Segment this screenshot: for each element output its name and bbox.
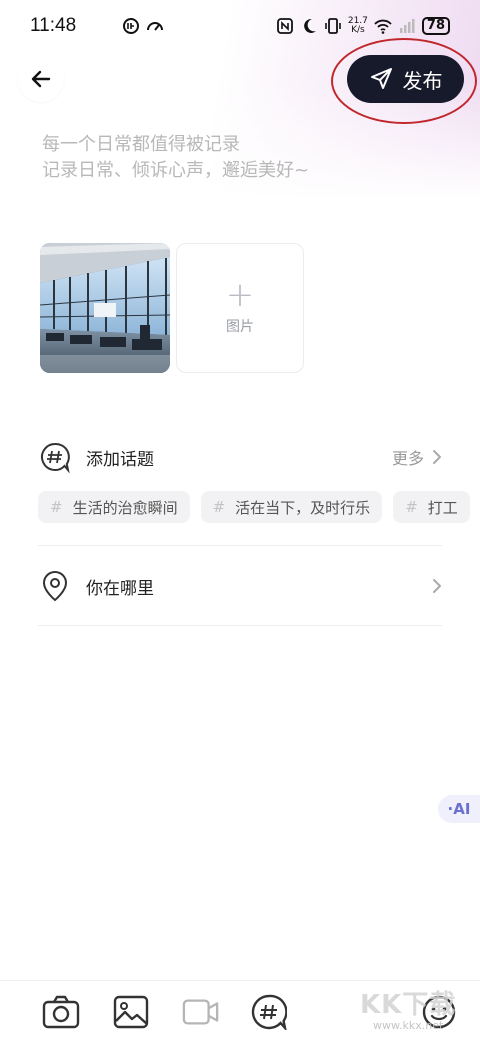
post-text-input[interactable]: 每一个日常都值得被记录 记录日常、倾诉心声，邂逅美好~ (42, 132, 309, 184)
topic-chip[interactable]: # 打工 (393, 491, 470, 523)
divider (38, 625, 442, 626)
status-time: 11:48 (30, 15, 77, 36)
battery-indicator: 78 (421, 17, 450, 35)
status-notification-icons (122, 17, 164, 35)
location-chevron (432, 578, 442, 594)
topic-chip[interactable]: # 生活的治愈瞬间 (38, 491, 190, 523)
attached-photo-thumbnail[interactable] (40, 243, 170, 373)
add-photo-label: 图片 (226, 319, 254, 335)
notification-icon (123, 18, 140, 34)
topic-chip-label: 活在当下，及时行乐 (235, 498, 371, 517)
status-bar: 11:48 21.7 K/s 78 (0, 0, 480, 52)
image-icon (113, 995, 149, 1029)
signal-icon (399, 19, 415, 33)
placeholder-line-1: 每一个日常都值得被记录 (42, 134, 240, 155)
plus-icon: + (225, 275, 255, 315)
wifi-icon (374, 19, 392, 34)
status-system-icons: 21.7 K/s 78 (276, 17, 450, 35)
video-button[interactable] (182, 993, 220, 1031)
topic-chip-label: 打工 (427, 498, 458, 517)
publish-label: 发布 (402, 68, 443, 93)
send-icon (370, 68, 392, 89)
nfc-icon (276, 18, 293, 34)
hashtag-icon: # (405, 498, 418, 516)
camera-icon (42, 995, 80, 1029)
more-topics-label: 更多 (391, 449, 424, 468)
network-speed: 21.7 K/s (348, 17, 368, 35)
hashtag-button[interactable] (250, 993, 288, 1031)
add-photo-button[interactable]: + 图片 (176, 243, 304, 373)
ai-assist-button[interactable]: ·AI (438, 795, 480, 823)
hashtag-icon: # (50, 498, 63, 516)
back-button[interactable] (18, 56, 64, 102)
watermark-logo: KK下载 (360, 990, 457, 1020)
placeholder-line-2: 记录日常、倾诉心声，邂逅美好~ (42, 160, 310, 181)
location-row[interactable]: 你在哪里 (38, 566, 442, 606)
speedometer-icon (147, 22, 164, 31)
camera-button[interactable] (42, 993, 80, 1031)
airport-terminal-photo (40, 243, 170, 373)
add-topic-row[interactable]: 添加话题 更多 (38, 437, 442, 477)
watermark-url: www.kkx.net (373, 1019, 444, 1032)
add-topic-title: 添加话题 (86, 449, 154, 470)
location-pin-icon (38, 569, 72, 603)
watermark: KK下载 www.kkx.net (360, 984, 456, 1032)
vibrate-icon (325, 18, 341, 34)
chevron-right-icon (433, 450, 441, 464)
hashtag-icon: # (212, 498, 226, 516)
topic-hashtag-icon (38, 440, 72, 474)
topic-chip-label: 生活的治愈瞬间 (72, 498, 178, 517)
publish-button[interactable]: 发布 (347, 55, 464, 103)
video-icon (182, 999, 219, 1025)
topic-chip[interactable]: # 活在当下，及时行乐 (200, 491, 383, 523)
network-speed-unit: K/s (351, 25, 365, 35)
chevron-right-icon (433, 579, 441, 593)
arrow-left-icon (31, 70, 51, 88)
divider (38, 545, 442, 546)
more-topics-link[interactable]: 更多 (392, 445, 442, 469)
hashtag-icon (251, 994, 287, 1030)
ai-badge-label: ·AI (447, 800, 471, 818)
moon-icon (304, 18, 316, 33)
image-button[interactable] (112, 993, 150, 1031)
topic-chip-list: # 生活的治愈瞬间 # 活在当下，及时行乐 # 打工 (38, 491, 470, 525)
location-title: 你在哪里 (86, 578, 154, 599)
